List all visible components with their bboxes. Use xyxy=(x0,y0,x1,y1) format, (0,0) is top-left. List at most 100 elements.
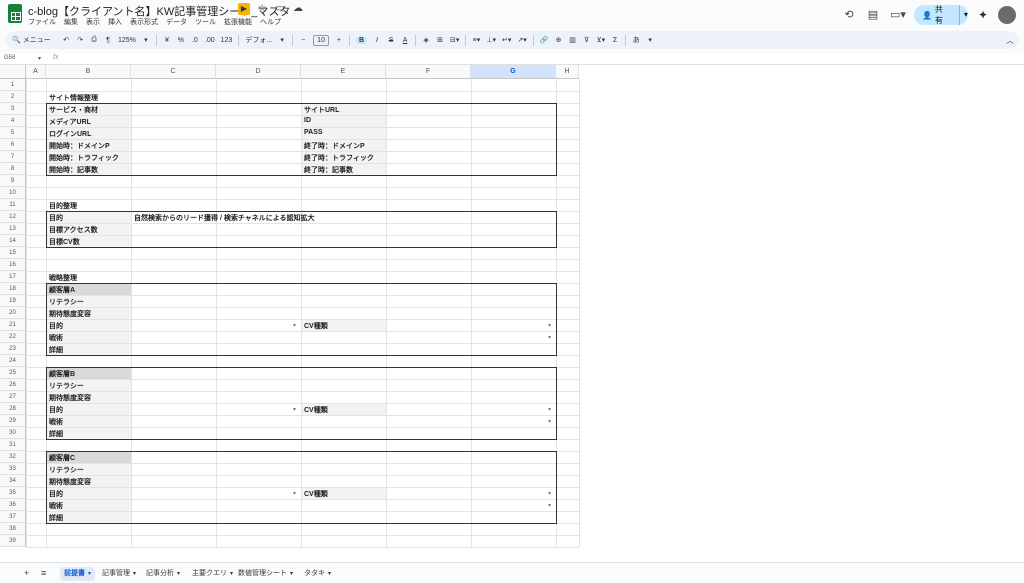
tab-dropdown-icon[interactable]: ▾ xyxy=(290,571,293,577)
sheets-logo-icon[interactable] xyxy=(8,4,22,23)
row-header[interactable]: 37 xyxy=(0,511,26,523)
zoom-select[interactable]: 125% xyxy=(118,37,136,44)
paint-format-icon[interactable]: ¶ xyxy=(104,37,112,44)
filter-views-icon[interactable]: ⊻▾ xyxy=(597,36,606,44)
decrease-decimal-button[interactable]: .0 xyxy=(191,37,199,44)
input-tools-dropdown-icon[interactable]: ▾ xyxy=(646,36,654,44)
row-header[interactable]: 16 xyxy=(0,259,26,271)
row-header[interactable]: 17 xyxy=(0,271,26,283)
strikethrough-button[interactable]: S xyxy=(387,37,395,44)
row-header[interactable]: 14 xyxy=(0,235,26,247)
font-size-input[interactable]: 10 xyxy=(313,34,329,46)
increase-decimal-button[interactable]: .00 xyxy=(205,37,215,44)
column-header[interactable]: G xyxy=(471,65,556,79)
undo-icon[interactable]: ↶ xyxy=(62,36,70,44)
merge-cells-icon[interactable]: ⊟▾ xyxy=(450,36,459,44)
menu-item[interactable]: ヘルプ xyxy=(260,17,281,27)
row-header[interactable]: 25 xyxy=(0,367,26,379)
number-format-button[interactable]: 123 xyxy=(221,37,233,44)
redo-icon[interactable]: ↷ xyxy=(76,36,84,44)
row-header[interactable]: 22 xyxy=(0,331,26,343)
sheet-tab[interactable]: 前提書 ▾ xyxy=(60,567,96,581)
collapse-menus-icon[interactable]: ︿ xyxy=(1006,35,1014,46)
tab-dropdown-icon[interactable]: ▾ xyxy=(177,571,180,577)
text-color-button[interactable]: A xyxy=(401,37,409,44)
menu-item[interactable]: 表示 xyxy=(86,17,100,27)
menu-item[interactable]: 編集 xyxy=(64,17,78,27)
row-header[interactable]: 8 xyxy=(0,163,26,175)
video-icon[interactable]: ▭▾ xyxy=(890,8,906,22)
all-sheets-icon[interactable]: ≡ xyxy=(41,568,46,578)
column-header[interactable]: A xyxy=(26,65,46,79)
text-wrap-icon[interactable]: ↵▾ xyxy=(502,36,511,44)
zoom-dropdown-icon[interactable]: ▾ xyxy=(142,36,150,44)
row-header[interactable]: 13 xyxy=(0,223,26,235)
row-header[interactable]: 7 xyxy=(0,151,26,163)
column-header[interactable]: E xyxy=(301,65,386,79)
column-header[interactable]: D xyxy=(216,65,301,79)
input-tools-button[interactable]: あ xyxy=(632,35,640,45)
print-icon[interactable]: ⎙ xyxy=(90,36,98,44)
vertical-align-icon[interactable]: ⊥▾ xyxy=(486,36,496,44)
row-header[interactable]: 10 xyxy=(0,187,26,199)
share-button[interactable]: 👤 共有 ▾ xyxy=(913,5,968,25)
row-header[interactable]: 23 xyxy=(0,343,26,355)
row-header[interactable]: 35 xyxy=(0,487,26,499)
tab-dropdown-icon[interactable]: ▾ xyxy=(133,571,136,577)
row-header[interactable]: 29 xyxy=(0,415,26,427)
menu-search[interactable]: 🔍 メニュー xyxy=(12,35,56,45)
tab-dropdown-icon[interactable]: ▾ xyxy=(88,571,91,577)
add-sheet-icon[interactable]: + xyxy=(24,568,29,578)
functions-icon[interactable]: Σ xyxy=(611,37,619,44)
font-select[interactable]: デフォ... xyxy=(245,35,272,45)
avatar[interactable] xyxy=(998,6,1016,24)
row-header[interactable]: 20 xyxy=(0,307,26,319)
bold-button[interactable]: B xyxy=(355,36,368,44)
sheet-tab[interactable]: 主要クエリ ▾ xyxy=(188,567,237,581)
row-header[interactable]: 5 xyxy=(0,127,26,139)
row-header[interactable]: 38 xyxy=(0,523,26,535)
percent-button[interactable]: % xyxy=(177,37,185,44)
font-dropdown-icon[interactable]: ▾ xyxy=(278,36,286,44)
column-header[interactable]: C xyxy=(131,65,216,79)
row-header[interactable]: 31 xyxy=(0,439,26,451)
row-header[interactable]: 9 xyxy=(0,175,26,187)
currency-button[interactable]: ¥ xyxy=(163,37,171,44)
row-header[interactable]: 34 xyxy=(0,475,26,487)
row-header[interactable]: 39 xyxy=(0,535,26,547)
name-box[interactable]: G58 xyxy=(4,55,15,61)
history-icon[interactable]: ⟲ xyxy=(842,8,856,22)
font-size-increase-button[interactable]: + xyxy=(335,37,343,44)
row-header[interactable]: 30 xyxy=(0,427,26,439)
tab-dropdown-icon[interactable]: ▾ xyxy=(328,571,331,577)
link-icon[interactable]: 🔗 xyxy=(540,36,549,44)
sheet-tab[interactable]: 記事管理 ▾ xyxy=(98,567,140,581)
name-box-dropdown-icon[interactable]: ▾ xyxy=(38,55,41,62)
label-icon[interactable]: ▶ xyxy=(238,3,250,15)
insert-chart-icon[interactable]: ▥ xyxy=(569,36,577,44)
row-header[interactable]: 19 xyxy=(0,295,26,307)
row-header[interactable]: 4 xyxy=(0,115,26,127)
star-icon[interactable]: ☆ xyxy=(256,3,268,15)
font-size-decrease-button[interactable]: − xyxy=(299,37,307,44)
row-header[interactable]: 18 xyxy=(0,283,26,295)
spreadsheet-grid[interactable]: A B C D E F G H 1 2 3 4 5 6 7 8 9 10 11 12 13 14 15 16 17 18 19 20 2… xyxy=(0,65,1024,562)
fill-color-icon[interactable]: ◈ xyxy=(422,36,430,44)
sheet-tab[interactable]: タタキ ▾ xyxy=(300,567,335,581)
row-header[interactable]: 33 xyxy=(0,463,26,475)
horizontal-align-icon[interactable]: ≡▾ xyxy=(472,36,481,44)
text-rotate-icon[interactable]: ↗▾ xyxy=(517,36,526,44)
row-header[interactable]: 3 xyxy=(0,103,26,115)
row-header[interactable]: 15 xyxy=(0,247,26,259)
column-header[interactable]: H xyxy=(556,65,579,79)
row-header[interactable]: 2 xyxy=(0,91,26,103)
menu-item[interactable]: データ xyxy=(166,17,187,27)
tab-dropdown-icon[interactable]: ▾ xyxy=(230,571,233,577)
row-header[interactable]: 32 xyxy=(0,451,26,463)
row-header[interactable]: 12 xyxy=(0,211,26,223)
comment-icon[interactable]: ▤ xyxy=(866,8,880,22)
sheet-tab[interactable]: 数値管理シート ▾ xyxy=(234,567,297,581)
row-header[interactable]: 24 xyxy=(0,355,26,367)
row-header[interactable]: 1 xyxy=(0,79,26,91)
row-header[interactable]: 27 xyxy=(0,391,26,403)
